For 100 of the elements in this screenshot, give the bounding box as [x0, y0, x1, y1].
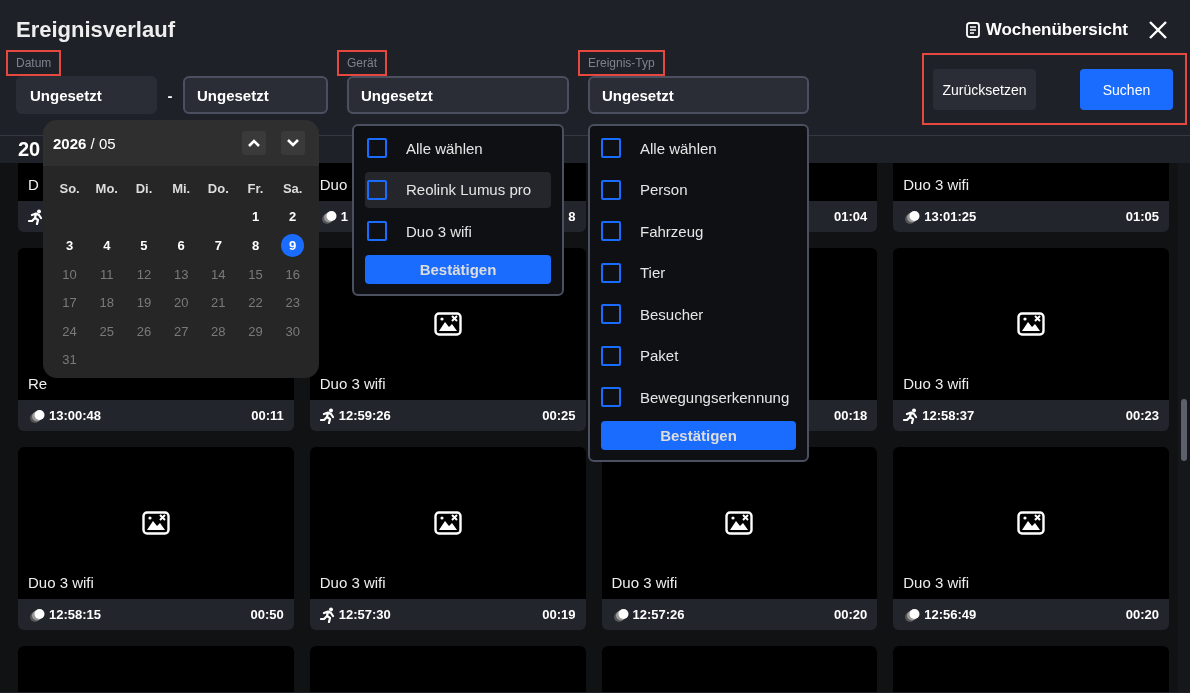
previous-month-button[interactable] — [242, 131, 266, 155]
menu-option[interactable]: Duo 3 wifi — [365, 213, 551, 249]
filter-label: Ereignis-Typ — [578, 50, 665, 76]
reset-button[interactable]: Zurücksetzen — [933, 69, 1036, 110]
checkbox[interactable] — [601, 304, 621, 324]
option-label: Alle wählen — [406, 139, 483, 157]
checkbox[interactable] — [367, 138, 387, 158]
checkbox[interactable] — [601, 387, 621, 407]
motion-icon — [903, 208, 922, 225]
menu-option[interactable]: Paket — [601, 337, 796, 374]
option-label: Person — [640, 181, 688, 198]
event-type-select[interactable]: Ungesetzt — [588, 76, 809, 114]
calendar-day: 21 — [206, 291, 230, 315]
thumbnail[interactable]: Duo 3 wifi — [18, 447, 294, 599]
scrollbar[interactable] — [1178, 163, 1190, 692]
close-button[interactable] — [1148, 20, 1168, 40]
weekday-label: Fr. — [246, 179, 265, 198]
event-duration: 00:20 — [834, 607, 868, 622]
event-duration: 01:04 — [834, 209, 868, 224]
weekday-label: Sa. — [281, 179, 304, 198]
option-label: Paket — [640, 347, 679, 364]
calendar-day[interactable]: 1 — [244, 205, 268, 229]
calendar-day: 15 — [244, 262, 268, 286]
checkbox[interactable] — [601, 262, 621, 283]
date-to-field[interactable]: Ungesetzt — [183, 76, 328, 114]
camera-name: Duo 3 wifi — [611, 574, 678, 591]
calendar-day[interactable]: 2 — [281, 205, 305, 229]
menu-option[interactable]: Reolink Lumus pro — [365, 171, 551, 208]
calendar-day: 23 — [281, 291, 305, 315]
range-separator: - — [166, 86, 174, 104]
option-label: Fahrzeug — [640, 222, 704, 240]
checkbox[interactable] — [601, 221, 621, 241]
option-label: Besucher — [640, 305, 704, 323]
calendar-day[interactable]: 4 — [95, 234, 119, 257]
camera-name: Duo — [319, 176, 348, 193]
event-time: 1 — [340, 209, 348, 224]
calendar-day: 28 — [206, 319, 230, 343]
calendar-day: 30 — [281, 319, 305, 343]
event-duration: 00:19 — [542, 607, 576, 622]
menu-option[interactable]: Besucher — [601, 296, 796, 332]
motion-icon — [319, 208, 338, 225]
menu-option[interactable]: Bewegungserkennung — [601, 379, 796, 415]
thumbnail[interactable]: Duo 3 wifi — [601, 447, 878, 599]
running-person-icon — [319, 407, 336, 424]
calendar-day: 27 — [169, 319, 193, 343]
calendar-day: 14 — [206, 262, 230, 286]
camera-name: Duo 3 wifi — [903, 375, 970, 392]
camera-name: D — [28, 176, 39, 193]
camera-name: Duo 3 wifi — [319, 574, 386, 591]
calendar-day: 10 — [58, 262, 82, 286]
calendar-day: 17 — [58, 291, 82, 315]
checkbox[interactable] — [367, 221, 387, 241]
calendar-day: 22 — [244, 291, 268, 315]
option-label: Duo 3 wifi — [406, 222, 472, 240]
motion-icon — [28, 407, 46, 424]
thumbnail[interactable]: Duo 3 wifi — [893, 248, 1169, 400]
search-button[interactable]: Suchen — [1080, 69, 1173, 110]
menu-option[interactable]: Alle wählen — [601, 130, 796, 166]
calendar-day: 29 — [244, 319, 268, 343]
running-person-icon — [28, 208, 44, 225]
motion-icon — [28, 606, 46, 623]
calendar-day: 26 — [132, 319, 156, 343]
event-time: 12:58:37 — [922, 408, 975, 423]
camera-name: Duo 3 wifi — [319, 375, 386, 392]
checkbox[interactable] — [601, 138, 621, 158]
menu-option[interactable]: Tier — [601, 254, 796, 291]
calendar-day: 16 — [281, 262, 305, 286]
date-from-field[interactable]: Ungesetzt — [16, 76, 157, 114]
calendar-day: 18 — [95, 291, 119, 315]
event-duration: 00:50 — [250, 607, 284, 622]
calendar-day[interactable]: 7 — [206, 234, 230, 257]
month-heading: 2026 / 05 — [53, 134, 116, 152]
menu-option[interactable]: Fahrzeug — [601, 213, 796, 249]
menu-option[interactable]: Person — [601, 171, 796, 208]
camera-name: Duo 3 wifi — [903, 176, 970, 193]
calendar-day[interactable]: 6 — [169, 234, 193, 257]
filter-label: Gerät — [337, 50, 387, 76]
calendar-day[interactable]: 5 — [132, 234, 156, 257]
checkbox[interactable] — [601, 345, 621, 366]
weekday-label: So. — [58, 179, 81, 198]
event-duration: 00:20 — [1125, 607, 1159, 622]
calendar-day: 13 — [169, 262, 193, 286]
checkbox[interactable] — [601, 179, 621, 200]
chevron-down-icon — [286, 138, 300, 148]
week-overview-button[interactable]: Wochenübersicht — [965, 20, 1128, 40]
thumbnail[interactable]: Duo 3 wifi — [893, 447, 1169, 599]
calendar-day[interactable]: 8 — [244, 234, 268, 257]
calendar-day[interactable]: 9 — [281, 234, 305, 257]
thumbnail[interactable]: Duo 3 wifi — [309, 447, 586, 599]
option-label: Reolink Lumus pro — [406, 181, 532, 198]
menu-option[interactable]: Alle wählen — [365, 130, 551, 166]
calendar-day[interactable]: 3 — [58, 234, 82, 257]
date-heading: 20 — [18, 138, 41, 161]
checkbox[interactable] — [367, 179, 387, 200]
device-select[interactable]: Ungesetzt — [347, 76, 569, 114]
calendar-day: 20 — [169, 291, 193, 315]
event-time: 13:01:25 — [924, 209, 977, 224]
thumbnail[interactable]: Duo 3 wifi — [893, 163, 1169, 201]
next-month-button[interactable] — [281, 131, 305, 155]
weekday-label: Do. — [206, 179, 230, 198]
